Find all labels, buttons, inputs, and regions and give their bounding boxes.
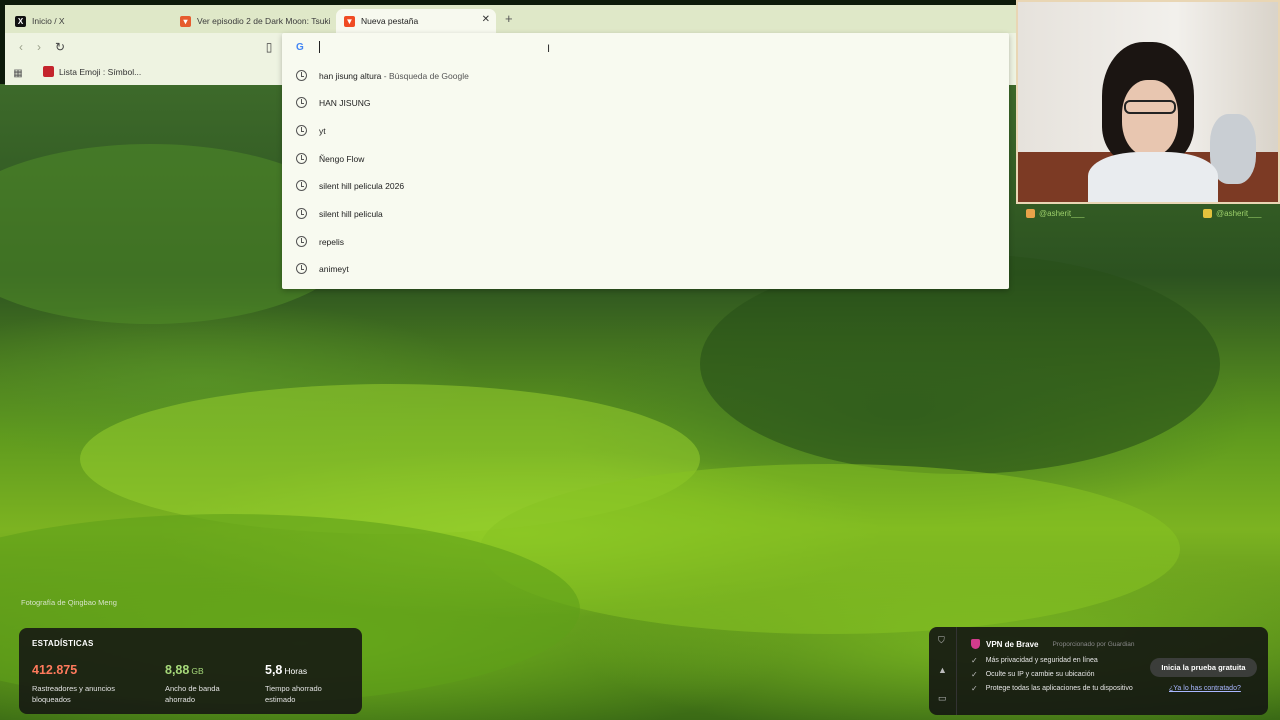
text-caret <box>319 41 320 53</box>
vpn-feature: ✓ Protege todas las aplicaciones de tu di… <box>971 684 1133 693</box>
stat-time: 5,8 Horas Tiempo ahorrado estimado <box>265 661 351 705</box>
social-handle-text: @asherit___ <box>1039 209 1085 218</box>
check-icon: ✓ <box>971 656 978 665</box>
tab-label: Nueva pestaña <box>361 16 419 26</box>
tab-label: Ver episodio 2 de Dark Moon: Tsuki <box>197 16 330 26</box>
forward-icon[interactable]: › <box>31 39 47 55</box>
stat-label: Tiempo ahorrado estimado <box>265 684 322 704</box>
history-icon <box>296 180 307 191</box>
tab-nueva-pestana[interactable]: ▼ Nueva pestaña ✕ <box>336 9 496 33</box>
social-handle-text: @asherit___ <box>1216 209 1262 218</box>
suggestion-text: repelis <box>319 236 345 247</box>
vpn-title-text: VPN de Brave <box>986 639 1039 649</box>
history-icon <box>296 263 307 274</box>
history-icon <box>296 208 307 219</box>
suggestion-item[interactable]: HAN JISUNG <box>282 89 1009 116</box>
stat-value: 5,8 <box>265 663 283 677</box>
new-tab-button[interactable]: + <box>505 11 513 26</box>
social-handle-twitch: @asherit___ <box>1203 209 1261 218</box>
already-subscribed-link[interactable]: ¿Ya lo has contratado? <box>1169 685 1241 692</box>
photo-credit[interactable]: Fotografía de Qingbao Meng <box>21 598 117 607</box>
twitter-icon <box>1203 209 1212 218</box>
suggestion-item[interactable]: silent hill pelicula <box>282 200 1009 227</box>
check-icon: ✓ <box>971 670 978 679</box>
tab-strip: X Inicio / X ▾ Ver episodio 2 de Dark Mo… <box>5 5 1016 33</box>
stat-label: Rastreadores y anuncios bloqueados <box>32 684 115 704</box>
vpn-feature: ✓ Más privacidad y seguridad en línea <box>971 656 1098 665</box>
suggestion-text: silent hill pelicula <box>319 208 383 219</box>
google-icon: G <box>296 41 304 53</box>
stat-value: 8,88 <box>165 663 190 677</box>
anime-site-icon: ▾ <box>180 15 191 27</box>
suggestion-subtext: - Búsqueda de Google <box>381 70 469 81</box>
x-logo-icon: X <box>15 15 26 27</box>
reload-icon[interactable]: ↻ <box>52 39 68 55</box>
history-icon <box>296 70 307 81</box>
suggestion-text: han jisung altura <box>319 70 382 81</box>
history-icon <box>296 236 307 247</box>
video-icon[interactable]: ▭ <box>938 693 947 704</box>
suggestion-text: HAN JISUNG <box>319 97 371 108</box>
bookmark-icon[interactable]: ▯ <box>261 39 277 55</box>
suggestion-item[interactable]: Ñengo Flow <box>282 145 1009 172</box>
mouse-cursor-icon: I <box>547 43 551 55</box>
tab-label: Inicio / X <box>32 16 65 26</box>
stat-unit: GB <box>191 666 204 676</box>
vpn-feature-text: Protege todas las aplicaciones de tu dis… <box>985 685 1133 692</box>
close-icon[interactable]: ✕ <box>482 14 490 25</box>
omnibox-dropdown: G I han jisung altura - Búsqueda de Goog… <box>282 33 1009 289</box>
stats-widget: ESTADÍSTICAS 412.875 Rastreadores y anun… <box>19 628 362 714</box>
shield-icon[interactable]: ⛉ <box>938 635 945 646</box>
history-icon <box>296 125 307 136</box>
vpn-title: VPN de Brave Proporcionado por Guardian <box>971 639 1135 649</box>
social-handle-instagram: @asherit___ <box>1026 209 1084 218</box>
emoji-list-icon <box>43 66 54 77</box>
stat-bandwidth: 8,88 GB Ancho de banda ahorrado <box>165 661 251 705</box>
vpn-feature-text: Más privacidad y seguridad en línea <box>985 657 1098 664</box>
brave-icon: ▼ <box>344 15 355 27</box>
stat-trackers: 412.875 Rastreadores y anuncios bloquead… <box>32 661 118 705</box>
suggestion-text: animeyt <box>319 263 349 274</box>
vpn-shield-icon <box>971 639 980 649</box>
bookmark-lista-emoji[interactable]: Lista Emoji : Símbol... <box>43 66 141 77</box>
bookmark-label: Lista Emoji : Símbol... <box>59 66 142 77</box>
history-icon <box>296 97 307 108</box>
warning-icon[interactable]: ▲ <box>938 665 947 675</box>
suggestion-item[interactable]: repelis <box>282 228 1009 255</box>
tab-dark-moon[interactable]: ▾ Ver episodio 2 de Dark Moon: Tsuki <box>172 9 330 33</box>
check-icon: ✓ <box>971 684 978 693</box>
suggestion-item[interactable]: yt <box>282 117 1009 144</box>
stat-label: Ancho de banda ahorrado <box>165 684 220 704</box>
widget-sidebar: ⛉ ▲ ▭ <box>929 627 957 715</box>
suggestion-item[interactable]: animeyt <box>282 255 1009 282</box>
tab-inicio-x[interactable]: X Inicio / X <box>7 9 172 33</box>
stat-value: 412.875 <box>32 663 78 677</box>
history-icon <box>296 153 307 164</box>
apps-grid-icon[interactable]: ▦ <box>10 66 26 82</box>
suggestion-item[interactable]: han jisung altura - Búsqueda de Google <box>282 62 1009 89</box>
suggestion-text: Ñengo Flow <box>319 153 365 164</box>
instagram-icon <box>1026 209 1035 218</box>
start-trial-button[interactable]: Inicia la prueba gratuita <box>1150 658 1257 677</box>
vpn-feature: ✓ Oculte su IP y cambie su ubicación <box>971 670 1095 679</box>
suggestion-text: silent hill pelicula 2026 <box>319 180 405 191</box>
stat-unit: Horas <box>284 666 308 676</box>
address-input[interactable]: G <box>282 33 1009 61</box>
webcam-overlay <box>1016 0 1280 204</box>
suggestion-item[interactable]: silent hill pelicula 2026 <box>282 172 1009 199</box>
suggestion-text: yt <box>319 125 326 136</box>
vpn-provider: Proporcionado por Guardian <box>1052 640 1135 648</box>
vpn-feature-text: Oculte su IP y cambie su ubicación <box>985 671 1095 678</box>
stats-title: ESTADÍSTICAS <box>32 639 94 648</box>
back-icon[interactable]: ‹ <box>13 39 29 55</box>
vpn-widget: ⛉ ▲ ▭ VPN de Brave Proporcionado por Gua… <box>929 627 1268 715</box>
